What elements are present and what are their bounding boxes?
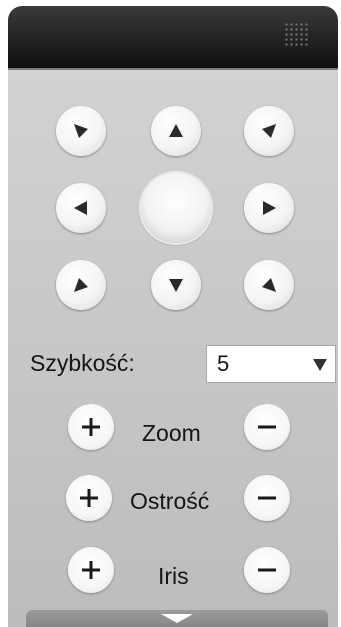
pan-down-right-button[interactable]	[244, 260, 294, 310]
triangle-up-right-icon	[74, 278, 88, 292]
collapse-bar[interactable]	[26, 610, 328, 627]
triangle-down-right-icon	[74, 124, 88, 138]
tilt-down-button[interactable]	[151, 260, 201, 310]
drag-grip-icon[interactable]	[284, 22, 308, 46]
chevron-down-icon	[161, 614, 193, 623]
triangle-down-icon	[169, 279, 183, 292]
triangle-right-icon	[263, 201, 276, 215]
focus-near-button[interactable]	[66, 475, 112, 521]
pan-down-left-button[interactable]	[56, 260, 106, 310]
focus-far-button[interactable]	[244, 475, 290, 521]
minus-icon	[258, 425, 276, 429]
zoom-in-button[interactable]	[68, 404, 114, 450]
speed-value: 5	[217, 351, 230, 376]
iris-close-button[interactable]	[244, 547, 290, 593]
speed-label: Szybkość:	[30, 350, 135, 376]
plus-icon	[82, 561, 100, 579]
pan-right-button[interactable]	[244, 183, 294, 233]
iris-label: Iris	[158, 563, 189, 589]
plus-icon	[80, 489, 98, 507]
ptz-panel: Szybkość: 5 Zoom Ostrość Iris	[8, 6, 338, 627]
zoom-out-button[interactable]	[244, 404, 290, 450]
minus-icon	[258, 568, 276, 572]
pan-left-button[interactable]	[56, 183, 106, 233]
speed-select[interactable]: 5	[206, 345, 336, 383]
iris-open-button[interactable]	[68, 547, 114, 593]
pan-up-right-button[interactable]	[244, 106, 294, 156]
chevron-down-icon	[313, 359, 327, 371]
zoom-label: Zoom	[142, 420, 201, 446]
triangle-up-left-icon	[262, 278, 276, 292]
focus-label: Ostrość	[130, 488, 210, 514]
tilt-up-button[interactable]	[151, 106, 201, 156]
plus-icon	[82, 418, 100, 436]
minus-icon	[258, 496, 276, 500]
pan-up-left-button[interactable]	[56, 106, 106, 156]
triangle-down-left-icon	[262, 124, 276, 138]
ptz-center-button[interactable]	[141, 173, 211, 243]
triangle-left-icon	[74, 201, 87, 215]
panel-titlebar[interactable]	[8, 6, 338, 70]
triangle-up-icon	[169, 124, 183, 137]
